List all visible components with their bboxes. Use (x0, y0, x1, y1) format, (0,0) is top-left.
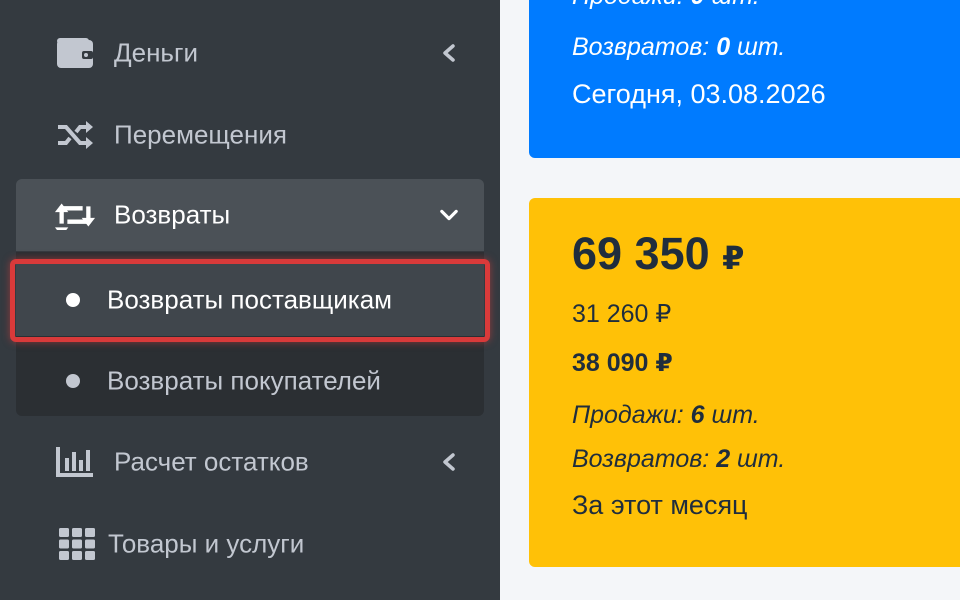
sales-count: 6 (690, 401, 705, 429)
sidebar-item-stock-calc[interactable]: Расчет остатков (16, 426, 484, 498)
sidebar-item-products[interactable]: Товары и услуги (16, 508, 484, 580)
sales-label: Продажи: (572, 401, 684, 429)
sidebar-item-returns[interactable]: Возвраты (16, 179, 484, 251)
period-text: За этот месяц (572, 490, 748, 520)
shuffle-icon (54, 117, 96, 153)
amount-secondary: 38 090 ₽ (572, 349, 673, 377)
returns-count: 0 (716, 33, 731, 61)
circle-icon (66, 293, 80, 307)
returns-submenu: Возвраты поставщикам Возвраты покупателе… (16, 252, 484, 416)
total-currency: ₽ (722, 240, 745, 276)
sidebar-subitem-supplier-returns[interactable]: Возвраты поставщикам (16, 264, 484, 336)
returns-unit: шт. (737, 445, 786, 473)
amount-primary: 31 260 ₽ (572, 300, 672, 328)
sales-unit: шт. (712, 0, 760, 10)
total-amount: 69 350 ₽ (572, 228, 744, 280)
sidebar-item-money[interactable]: Деньги (16, 17, 484, 89)
chevron-left-icon (440, 44, 458, 62)
sidebar-item-label: Деньги (114, 37, 198, 68)
chevron-left-icon (440, 453, 458, 471)
sales-unit: шт. (711, 401, 760, 429)
circle-icon (66, 374, 80, 388)
sidebar-item-label: Товары и услуги (108, 528, 305, 559)
returns-label: Возвратов: (572, 445, 710, 473)
period-text: Сегодня, 03.08.2026 (572, 79, 826, 109)
sidebar-subitem-label: Возвраты покупателей (107, 365, 381, 396)
sidebar-item-label: Перемещения (114, 119, 287, 150)
sales-count: 0 (691, 0, 705, 10)
sidebar-item-label: Расчет остатков (114, 446, 309, 477)
returns-count: 2 (716, 445, 731, 473)
chart-bar-icon (54, 444, 96, 480)
sidebar-subitem-label: Возвраты поставщикам (107, 284, 393, 315)
sales-line: Продажи: 6 шт. (572, 401, 760, 430)
today-stats-card: Продажи: 0 шт. Возвратов: 0 шт. Сегодня,… (529, 0, 960, 158)
sidebar-item-label: Возвраты (114, 199, 231, 230)
sidebar-item-transfers[interactable]: Перемещения (16, 99, 484, 171)
sales-label: Продажи: (572, 0, 684, 10)
chevron-down-icon (440, 206, 458, 224)
grid-icon (56, 526, 98, 562)
returns-line: Возвратов: 2 шт. (572, 445, 785, 474)
sales-line: Продажи: 0 шт. (572, 0, 760, 11)
sidebar: Деньги Перемещения Возвраты Возвраты пос… (0, 0, 500, 600)
total-value: 69 350 (572, 228, 710, 279)
wallet-icon (54, 35, 96, 71)
returns-line: Возвратов: 0 шт. (572, 33, 785, 62)
returns-label: Возвратов: (572, 33, 710, 61)
month-stats-card: 69 350 ₽ 31 260 ₽ 38 090 ₽ Продажи: 6 шт… (529, 198, 960, 567)
retweet-icon (54, 197, 96, 233)
sidebar-subitem-customer-returns[interactable]: Возвраты покупателей (16, 345, 484, 417)
returns-unit: шт. (737, 33, 786, 61)
